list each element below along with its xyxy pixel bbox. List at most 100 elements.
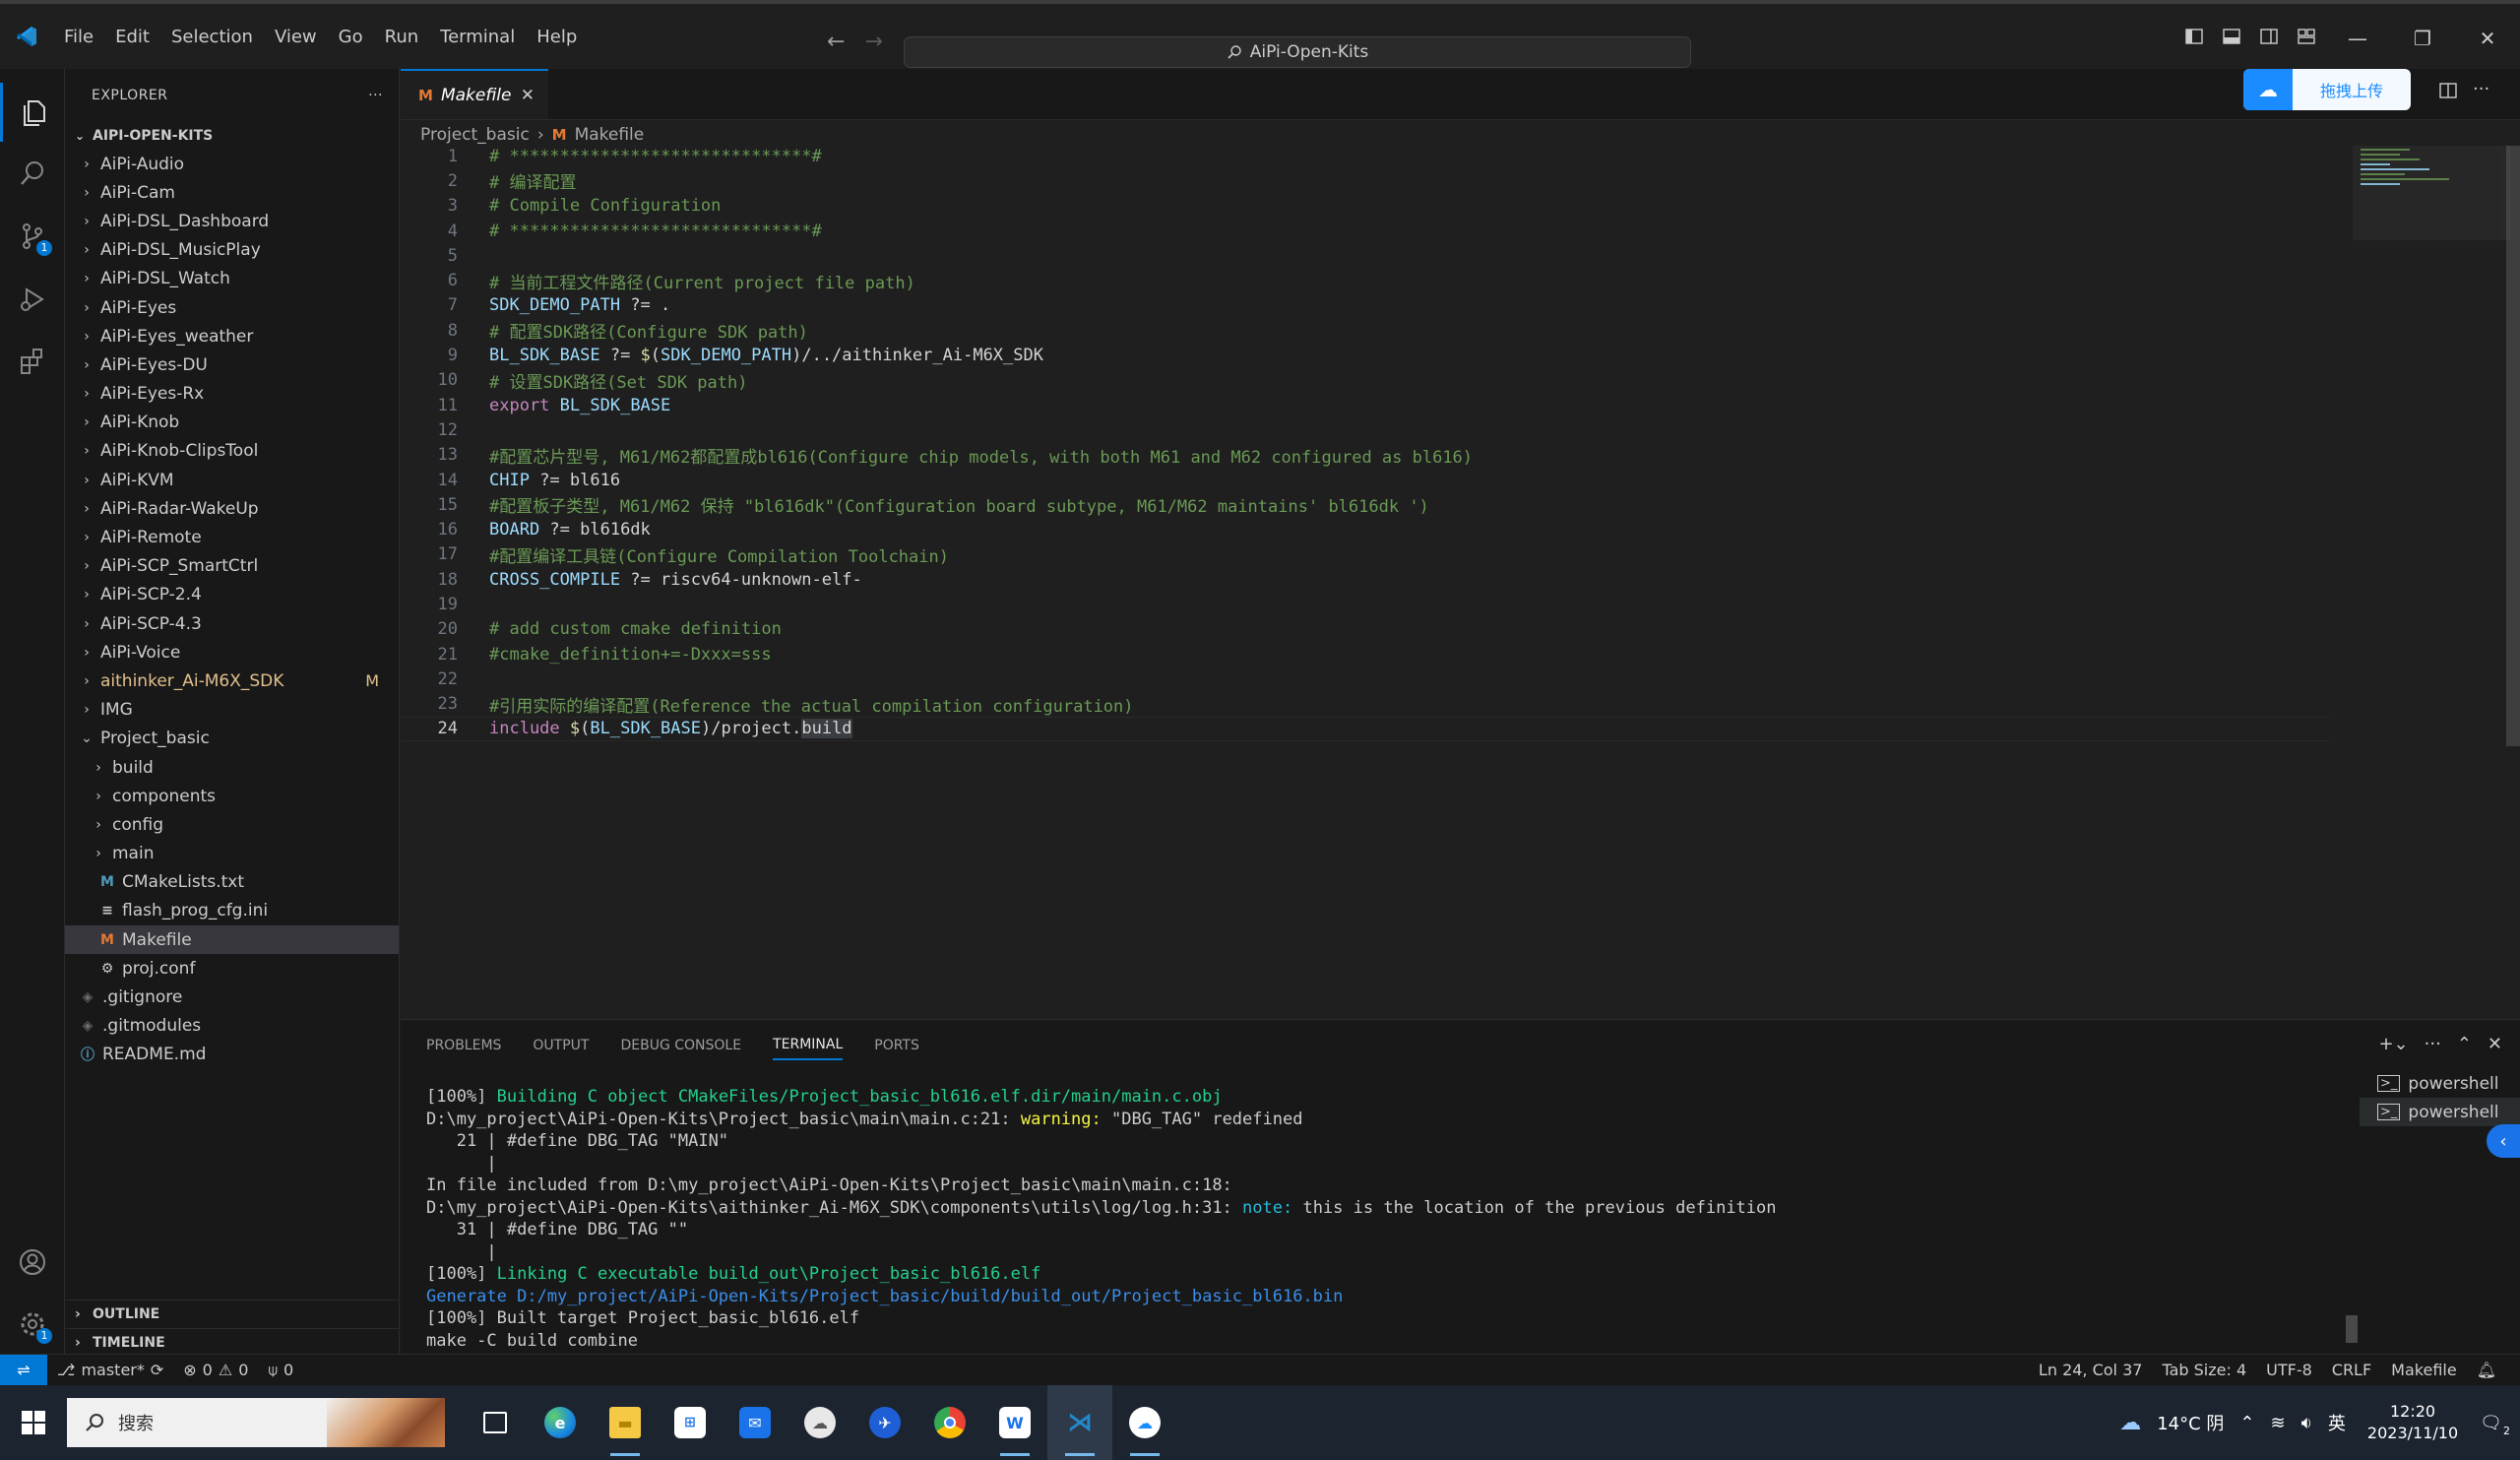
menu-run[interactable]: Run: [374, 27, 430, 47]
toggle-primary-sidebar-icon[interactable]: [2177, 28, 2211, 49]
tree-item[interactable]: › AiPi-Audio: [65, 150, 399, 178]
menu-file[interactable]: File: [53, 27, 104, 47]
split-editor-icon[interactable]: [2439, 83, 2457, 103]
input-method-indicator[interactable]: 英: [2320, 1410, 2354, 1435]
code-editor[interactable]: 1 # ******************************# 2 # 编译配…: [401, 144, 2330, 742]
tree-item[interactable]: ⌄ Project_basic: [65, 725, 399, 753]
tree-item[interactable]: › AiPi-Remote: [65, 523, 399, 551]
run-debug-icon[interactable]: [0, 270, 65, 329]
windows-start-icon[interactable]: [0, 1411, 67, 1434]
drag-upload-widget[interactable]: ☁ 拖拽上传: [2243, 69, 2411, 110]
code-line[interactable]: 9 BL_SDK_BASE ?= $(SDK_DEMO_PATH)/../aith…: [401, 343, 2330, 367]
tree-item[interactable]: › AiPi-SCP_SmartCtrl: [65, 552, 399, 581]
tree-item[interactable]: › AiPi-Eyes-DU: [65, 350, 399, 379]
breadcrumb-file[interactable]: Makefile: [575, 125, 645, 145]
ports-status[interactable]: ⍦ 0: [258, 1361, 303, 1380]
tree-item[interactable]: › AiPi-Eyes-Rx: [65, 380, 399, 409]
menu-selection[interactable]: Selection: [160, 27, 264, 47]
menu-go[interactable]: Go: [328, 27, 374, 47]
tab-output[interactable]: OUTPUT: [533, 1032, 589, 1059]
code-line[interactable]: 16 BOARD ?= bl616dk: [401, 517, 2330, 541]
code-line[interactable]: 23 #引用实际的编译配置(Reference the actual compil…: [401, 692, 2330, 717]
tree-item[interactable]: ⚙ proj.conf: [65, 954, 399, 983]
menu-edit[interactable]: Edit: [104, 27, 160, 47]
encoding[interactable]: UTF-8: [2256, 1361, 2322, 1379]
tree-item[interactable]: › AiPi-SCP-2.4: [65, 581, 399, 609]
code-line[interactable]: 12: [401, 417, 2330, 442]
toggle-panel-icon[interactable]: [2215, 28, 2248, 49]
line-ending[interactable]: CRLF: [2322, 1361, 2381, 1379]
microsoft-store-icon[interactable]: ⊞: [658, 1385, 723, 1460]
weather-text[interactable]: 14°C 阴: [2149, 1410, 2232, 1435]
mail-icon[interactable]: ✉: [723, 1385, 788, 1460]
menu-terminal[interactable]: Terminal: [429, 27, 526, 47]
breadcrumb-folder[interactable]: Project_basic: [420, 125, 530, 145]
tree-item[interactable]: › AiPi-DSL_MusicPlay: [65, 236, 399, 265]
cloud-drive-icon[interactable]: ☁: [1112, 1385, 1177, 1460]
tree-item[interactable]: › AiPi-Knob-ClipsTool: [65, 437, 399, 466]
task-view-icon[interactable]: [463, 1385, 528, 1460]
command-center-search[interactable]: AiPi-Open-Kits: [904, 36, 1691, 68]
file-explorer-icon[interactable]: ▬: [593, 1385, 658, 1460]
explorer-more-actions[interactable]: ···: [368, 88, 383, 103]
volume-icon[interactable]: 🔉︎: [2294, 1413, 2320, 1433]
tree-item[interactable]: › main: [65, 840, 399, 868]
tree-item[interactable]: › AiPi-Cam: [65, 178, 399, 207]
code-line[interactable]: 5: [401, 243, 2330, 268]
source-control-icon[interactable]: 1: [0, 207, 65, 266]
code-line[interactable]: 2 # 编译配置: [401, 168, 2330, 194]
tree-item[interactable]: › AiPi-DSL_Dashboard: [65, 207, 399, 235]
terminal-output[interactable]: [100%] Building C object CMakeFiles/Proj…: [426, 1087, 1777, 1353]
close-panel-icon[interactable]: ✕: [2488, 1034, 2502, 1054]
code-line[interactable]: 22: [401, 667, 2330, 691]
cursor-position[interactable]: Ln 24, Col 37: [2029, 1361, 2153, 1379]
restore-button[interactable]: ❐: [2392, 27, 2453, 50]
terminal-instance[interactable]: >_ powershell: [2360, 1069, 2520, 1098]
tree-item[interactable]: › AiPi-Radar-WakeUp: [65, 494, 399, 523]
code-line[interactable]: 3 # Compile Configuration: [401, 194, 2330, 219]
tree-item[interactable]: › AiPi-DSL_Watch: [65, 265, 399, 293]
collapse-arrow-icon[interactable]: ‹: [2487, 1124, 2520, 1158]
tree-item[interactable]: ◈ .gitmodules: [65, 1012, 399, 1041]
editor-scrollbar[interactable]: [2506, 146, 2520, 746]
chrome-browser-icon[interactable]: [917, 1385, 982, 1460]
menu-view[interactable]: View: [264, 27, 328, 47]
close-window-button[interactable]: ✕: [2457, 27, 2518, 50]
vscode-taskbar-icon[interactable]: ⋊: [1047, 1385, 1112, 1460]
minimize-button[interactable]: —: [2327, 27, 2388, 50]
edge-browser-icon[interactable]: e: [528, 1385, 593, 1460]
menu-help[interactable]: Help: [526, 27, 588, 47]
problems-status[interactable]: ⊗ 0 ⚠ 0: [173, 1361, 258, 1379]
code-line[interactable]: 10 # 设置SDK路径(Set SDK path): [401, 368, 2330, 393]
weather-cloud-icon[interactable]: ☁: [2111, 1411, 2149, 1435]
tree-item[interactable]: M CMakeLists.txt: [65, 868, 399, 897]
toggle-secondary-sidebar-icon[interactable]: [2252, 28, 2286, 49]
timeline-section[interactable]: › TIMELINE: [65, 1328, 400, 1357]
tab-terminal[interactable]: TERMINAL: [773, 1031, 844, 1060]
tree-item[interactable]: › aithinker_Ai-M6X_SDK M: [65, 667, 399, 695]
tree-item[interactable]: › AiPi-Eyes_weather: [65, 322, 399, 350]
accounts-icon[interactable]: [0, 1233, 65, 1292]
tab-ports[interactable]: PORTS: [874, 1032, 919, 1059]
code-line[interactable]: 19: [401, 592, 2330, 616]
tree-item[interactable]: › IMG: [65, 696, 399, 725]
code-line[interactable]: 1 # ******************************#: [401, 144, 2330, 168]
workspace-root[interactable]: ⌄ AIPI-OPEN-KITS: [65, 122, 399, 150]
editor-more-actions-icon[interactable]: ···: [2473, 79, 2489, 99]
manage-gear-icon[interactable]: 1: [0, 1295, 65, 1354]
terminal-scrollbar[interactable]: [2346, 1315, 2358, 1343]
code-line[interactable]: 4 # ******************************#: [401, 219, 2330, 243]
new-terminal-icon[interactable]: +⌄: [2378, 1034, 2408, 1054]
search-icon[interactable]: [0, 144, 65, 203]
feishu-docs-icon[interactable]: W: [982, 1385, 1047, 1460]
code-line[interactable]: 24 include $(BL_SDK_BASE)/project.build: [401, 716, 2330, 742]
remote-indicator-icon[interactable]: ⇌: [0, 1355, 47, 1385]
code-line[interactable]: 15 #配置板子类型, M61/M62 保持 "bl616dk"(Configur…: [401, 492, 2330, 518]
tab-size[interactable]: Tab Size: 4: [2152, 1361, 2256, 1379]
tree-item[interactable]: › build: [65, 753, 399, 782]
language-mode[interactable]: Makefile: [2381, 1361, 2467, 1379]
back-arrow-icon[interactable]: ←: [827, 30, 845, 54]
tray-overflow-chevron-icon[interactable]: ⌃: [2232, 1413, 2262, 1433]
network-wifi-icon[interactable]: ≋: [2262, 1413, 2293, 1433]
tab-problems[interactable]: PROBLEMS: [426, 1032, 501, 1059]
